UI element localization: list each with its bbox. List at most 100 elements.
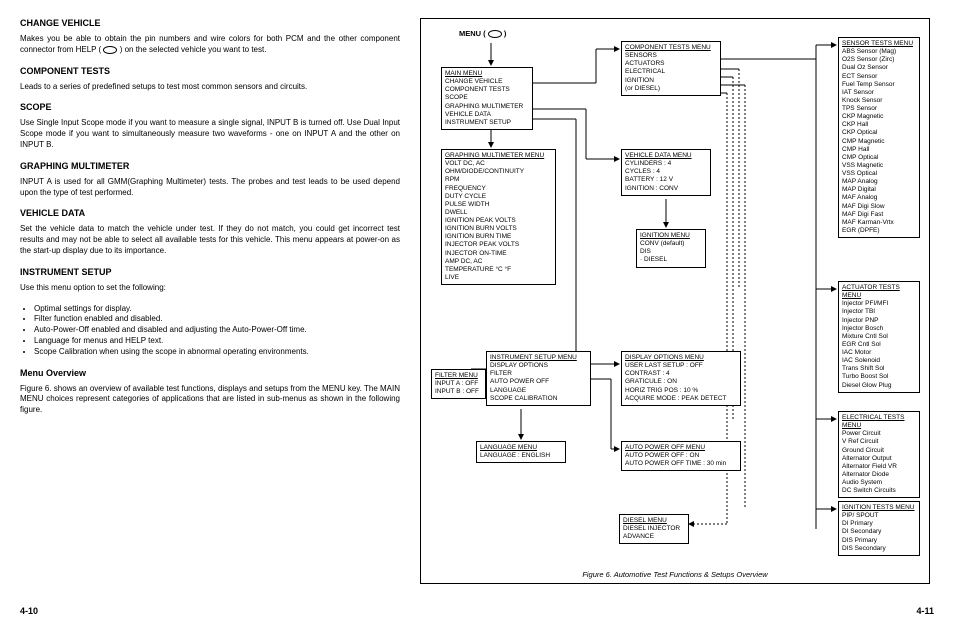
menu-item: DIS Primary [842,537,916,545]
list-item: Language for menus and HELP text. [34,336,400,347]
actuator-tests-menu-box: ACTUATOR TESTS MENU Injector PFI/MFI Inj… [838,281,920,393]
menu-item: · DIESEL [640,256,702,264]
menu-item: CONV (default) [640,240,702,248]
menu-item: EGR (DPFE) [842,227,916,235]
menu-item: Fuel Temp Sensor [842,81,916,89]
menu-item: Power Circuit [842,430,916,438]
menu-item: COMPONENT TESTS [445,86,529,94]
page-number-left: 4-10 [20,606,38,616]
box-title: LANGUAGE MENU [480,444,562,452]
menu-item: Injector TBI [842,308,916,316]
menu-item: IAC Solenoid [842,357,916,365]
menu-item: CYLINDERS : 4 [625,160,707,168]
instrument-setup-list: Optimal settings for display. Filter fun… [34,304,400,358]
menu-item: DC Switch Circuits [842,487,916,495]
menu-item: Diesel Glow Plug [842,382,916,390]
menu-item: VOLT DC, AC [445,160,552,168]
menu-item: Turbo Boost Sol [842,373,916,381]
menu-item: IGNITION BURN VOLTS [445,225,552,233]
menu-item: IGNITION [625,77,717,85]
menu-item: PIP/ SPOUT [842,512,916,520]
menu-item: BATTERY : 12 V [625,176,707,184]
ignition-menu-box: IGNITION MENU CONV (default) DIS · DIESE… [636,229,706,268]
menu-item: Mixture Cntl Sol [842,333,916,341]
menu-item: USER LAST SETUP : OFF [625,362,737,370]
menu-item: Injector PFI/MFI [842,300,916,308]
menu-item: CKP Magnetic [842,113,916,121]
menu-item: LANGUAGE [490,387,587,395]
menu-item: DWELL [445,209,552,217]
menu-item: Alternator Field VR [842,463,916,471]
menu-item: (or DIESEL) [625,85,717,93]
menu-item: AMP DC, AC [445,258,552,266]
menu-item: Injector Bosch [842,325,916,333]
box-title: SENSOR TESTS MENU [842,40,916,48]
menu-item: TEMPERATURE °C °F [445,266,552,274]
menu-item: VSS Optical [842,170,916,178]
vehicle-data-menu-box: VEHICLE DATA MENU CYLINDERS : 4 CYCLES :… [621,149,711,196]
menu-item: O2S Sensor (Zirc) [842,56,916,64]
menu-item: GRATICULE : ON [625,378,737,386]
para-menu-overview: Figure 6. shows an overview of available… [20,384,400,416]
heading-vehicle-data: VEHICLE DATA [20,208,400,218]
menu-item: ACQUIRE MODE : PEAK DETECT [625,395,737,403]
menu-item: Audio System [842,479,916,487]
list-item: Filter function enabled and disabled. [34,314,400,325]
menu-item: LIVE [445,274,552,282]
menu-item: OHM/DIODE/CONTINUITY [445,168,552,176]
menu-item: INJECTOR ON-TIME [445,250,552,258]
menu-item: FILTER [490,370,587,378]
box-title: IGNITION MENU [640,232,702,240]
menu-item: CONTRAST : 4 [625,370,737,378]
left-text-column: CHANGE VEHICLE Makes you be able to obta… [20,18,400,584]
menu-item: SENSORS [625,52,717,60]
menu-item: DI Secondary [842,528,916,536]
para-instrument-setup: Use this menu option to set the followin… [20,283,400,294]
para-scope: Use Single Input Scope mode if you want … [20,118,400,150]
menu-item: DI Primary [842,520,916,528]
heading-change-vehicle: CHANGE VEHICLE [20,18,400,28]
menu-item: RPM [445,176,552,184]
menu-item: INPUT A : OFF [435,380,482,388]
menu-item: Dual Oz Sensor [842,64,916,72]
box-title: ACTUATOR TESTS MENU [842,284,916,300]
menu-item: CMP Hall [842,146,916,154]
menu-item: DIS Secondary [842,545,916,553]
menu-item: INPUT B : OFF [435,388,482,396]
menu-item: HORIZ TRIG POS : 10 % [625,387,737,395]
para-gmm: INPUT A is used for all GMM(Graphing Mul… [20,177,400,199]
menu-item: AUTO POWER OFF TIME : 30 min [625,460,737,468]
menu-item: CKP Hall [842,121,916,129]
box-title: FILTER MENU [435,372,482,380]
heading-instrument-setup: INSTRUMENT SETUP [20,267,400,277]
menu-item: DIESEL INJECTOR [623,525,685,533]
menu-item: EGR Cntl Sol [842,341,916,349]
menu-item: ACTUATORS [625,60,717,68]
menu-item: GRAPHING MULTIMETER [445,103,529,111]
menu-key-icon [488,30,502,38]
menu-item: MAP Digital [842,186,916,194]
menu-item: IGNITION PEAK VOLTS [445,217,552,225]
menu-item: MAF Karman-Vrtx [842,219,916,227]
menu-item: TPS Sensor [842,105,916,113]
menu-item: ELECTRICAL [625,68,717,76]
menu-item: Alternator Diode [842,471,916,479]
menu-item: Trans Shift Sol [842,365,916,373]
sensor-tests-menu-box: SENSOR TESTS MENU ABS Sensor (Mag) O2S S… [838,37,920,238]
menu-item: ADVANCE [623,533,685,541]
menu-item: DIS [640,248,702,256]
menu-item: CHANGE VEHICLE [445,78,529,86]
menu-item: IAC Motor [842,349,916,357]
menu-item: AUTO POWER OFF [490,378,587,386]
menu-item: INJECTOR PEAK VOLTS [445,241,552,249]
diagram-container: MENU ( ) MAIN MENU CHANGE VEHICLE COMPON… [420,18,930,584]
component-tests-menu-box: COMPONENT TESTS MENU SENSORS ACTUATORS E… [621,41,721,96]
box-title: INSTRUMENT SETUP MENU [490,354,587,362]
menu-item: SCOPE [445,94,529,102]
menu-item: LANGUAGE : ENGLISH [480,452,562,460]
menu-item: MAF Digi Fast [842,211,916,219]
box-title: DISPLAY OPTIONS MENU [625,354,737,362]
para-change-vehicle: Makes you be able to obtain the pin numb… [20,34,400,56]
menu-item: VSS Magnetic [842,162,916,170]
menu-item: CYCLES : 4 [625,168,707,176]
